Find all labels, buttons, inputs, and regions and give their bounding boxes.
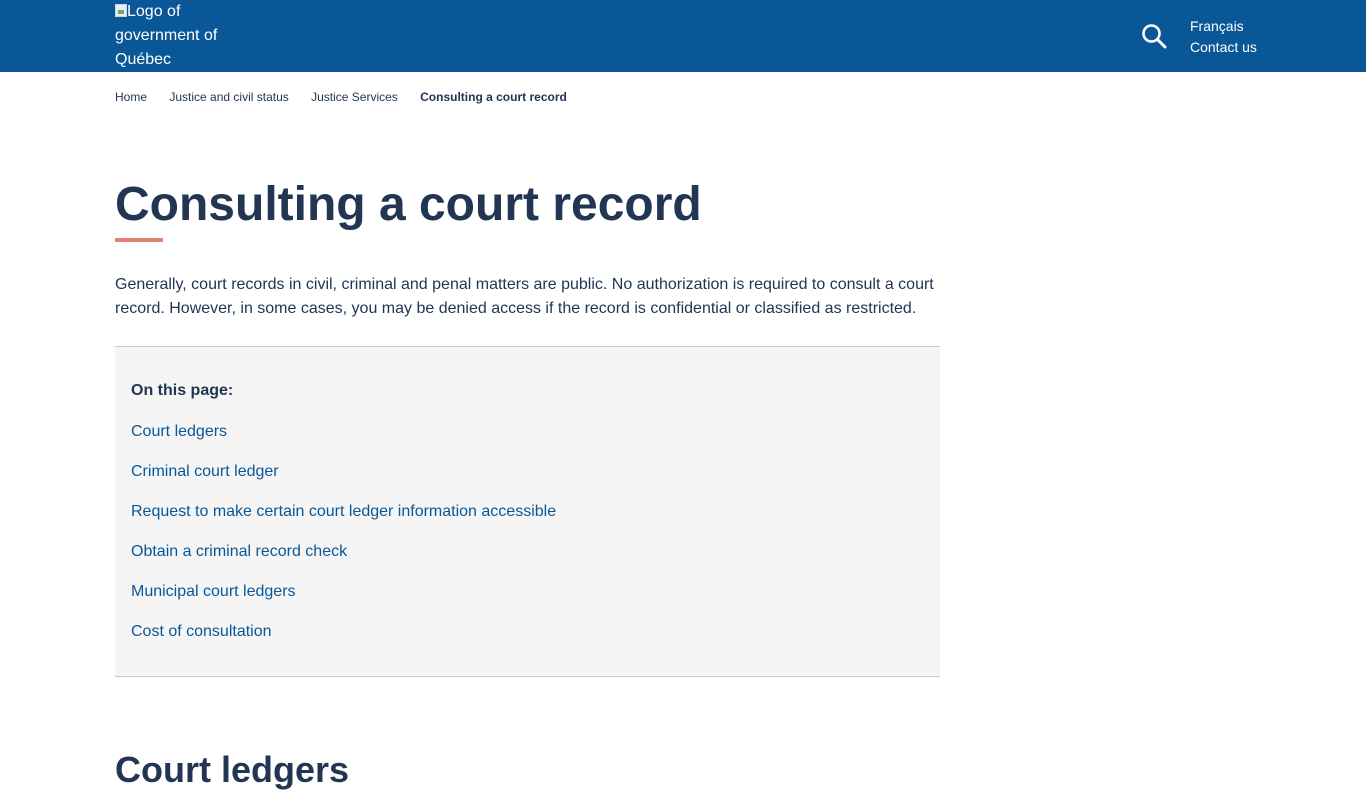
breadcrumb-justice-civil-status[interactable]: Justice and civil status (169, 90, 288, 104)
logo-alt-line-2: government of (115, 27, 218, 44)
search-icon[interactable] (1141, 23, 1167, 49)
intro-paragraph: Generally, court records in civil, crimi… (115, 276, 934, 317)
toc-link-request-access[interactable]: Request to make certain court ledger inf… (131, 503, 556, 520)
title-underline (115, 238, 163, 242)
toc-link-court-ledgers[interactable]: Court ledgers (131, 423, 227, 440)
toc-link-criminal-court-ledger[interactable]: Criminal court ledger (131, 463, 279, 480)
toc-list: Court ledgers Criminal court ledger Requ… (131, 422, 556, 662)
header-links: Français Contact us (1190, 16, 1257, 58)
toc-item: Municipal court ledgers (131, 582, 556, 622)
toc-link-cost-of-consultation[interactable]: Cost of consultation (131, 623, 272, 640)
toc-item: Criminal court ledger (131, 462, 556, 502)
language-link[interactable]: Français (1190, 16, 1257, 37)
page-title: Consulting a court record (115, 178, 702, 231)
breadcrumb-current: Consulting a court record (420, 90, 567, 104)
section-heading-court-ledgers: Court ledgers (115, 749, 350, 790)
toc-link-criminal-record-check[interactable]: Obtain a criminal record check (131, 543, 347, 560)
breadcrumb: Home Justice and civil status Justice Se… (115, 89, 586, 105)
toc-item: Request to make certain court ledger inf… (131, 502, 556, 542)
breadcrumb-justice-services[interactable]: Justice Services (311, 90, 398, 104)
toc-item: Cost of consultation (131, 622, 556, 662)
toc-item: Obtain a criminal record check (131, 542, 556, 582)
on-this-page-box: On this page: Court ledgers Criminal cou… (115, 346, 940, 677)
toc-link-municipal-court-ledgers[interactable]: Municipal court ledgers (131, 583, 296, 600)
government-logo[interactable]: Logo of government of Québec (115, 0, 245, 72)
contact-us-link[interactable]: Contact us (1190, 37, 1257, 58)
logo-alt-line-1: Logo of (127, 3, 181, 20)
toc-title: On this page: (131, 382, 234, 399)
site-header: Logo of government of Québec Français Co… (0, 0, 1366, 72)
toc-item: Court ledgers (131, 422, 556, 462)
breadcrumb-home[interactable]: Home (115, 90, 147, 104)
logo-alt-line-3: Québec (115, 51, 172, 68)
broken-image-icon (115, 4, 127, 17)
